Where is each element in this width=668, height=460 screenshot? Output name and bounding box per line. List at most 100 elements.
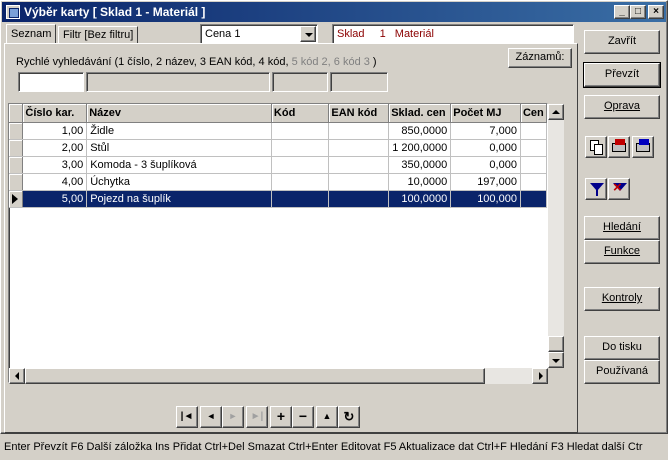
nav-first-button[interactable]: |◄ bbox=[176, 406, 198, 428]
header-card-number[interactable]: Číslo kar. bbox=[22, 104, 88, 123]
copy-icon[interactable] bbox=[585, 136, 607, 158]
close-window-button[interactable]: Zavřít bbox=[584, 30, 660, 54]
cell-ean[interactable] bbox=[328, 173, 390, 191]
cell-name[interactable]: Komoda - 3 šuplíková bbox=[86, 156, 272, 174]
price-select[interactable]: Cena 1 bbox=[200, 24, 318, 44]
controls-label: Kontroly bbox=[601, 292, 643, 304]
vertical-scrollbar[interactable] bbox=[548, 104, 564, 368]
cell-code[interactable] bbox=[271, 173, 330, 191]
scroll-right-button[interactable] bbox=[532, 368, 548, 384]
scroll-thumb[interactable] bbox=[548, 336, 564, 352]
cell-code[interactable] bbox=[271, 156, 330, 174]
minimize-button[interactable]: _ bbox=[614, 5, 630, 19]
used-button[interactable]: Používaná bbox=[584, 360, 660, 384]
cell-card-number[interactable]: 2,00 bbox=[22, 139, 88, 157]
search-number-input[interactable] bbox=[18, 72, 84, 92]
tab-filter[interactable]: Filtr [Bez filtru] bbox=[58, 26, 138, 43]
search-button[interactable]: Hledání bbox=[584, 216, 660, 240]
cell-store-price[interactable]: 1 200,0000 bbox=[388, 139, 452, 157]
horizontal-scrollbar[interactable] bbox=[9, 368, 548, 384]
header-code[interactable]: Kód bbox=[271, 104, 330, 123]
records-button[interactable]: Záznamů: bbox=[508, 48, 572, 68]
cell-quantity[interactable]: 100,000 bbox=[450, 190, 521, 208]
header-name[interactable]: Název bbox=[86, 104, 272, 123]
cell-card-number[interactable]: 5,00 bbox=[22, 190, 88, 208]
cell-price[interactable] bbox=[520, 156, 547, 174]
controls-button[interactable]: Kontroly bbox=[584, 287, 660, 311]
scroll-up-button[interactable] bbox=[548, 104, 564, 120]
row-indicator[interactable] bbox=[9, 156, 24, 174]
cell-ean[interactable] bbox=[328, 122, 390, 140]
cell-price[interactable] bbox=[520, 139, 547, 157]
cell-price[interactable] bbox=[520, 173, 547, 191]
header-ean[interactable]: EAN kód bbox=[328, 104, 390, 123]
nav-next-button[interactable]: ► bbox=[222, 406, 244, 428]
cell-quantity[interactable]: 0,000 bbox=[450, 139, 521, 157]
header-store-price[interactable]: Sklad. cen bbox=[388, 104, 452, 123]
to-print-button[interactable]: Do tisku bbox=[584, 336, 660, 360]
cell-price[interactable] bbox=[520, 122, 547, 140]
cell-ean[interactable] bbox=[328, 156, 390, 174]
cell-store-price[interactable]: 350,0000 bbox=[388, 156, 452, 174]
nav-prev-button[interactable]: ◄ bbox=[200, 406, 222, 428]
scroll-left-button[interactable] bbox=[9, 368, 25, 384]
cell-code[interactable] bbox=[271, 190, 330, 208]
search-ean-input[interactable] bbox=[330, 72, 388, 92]
table-row[interactable]: 1,00 Židle 850,0000 7,000 bbox=[9, 122, 547, 140]
edit-button[interactable]: Oprava bbox=[584, 95, 660, 119]
cell-name[interactable]: Úchytka bbox=[86, 173, 272, 191]
cell-store-price[interactable]: 10,0000 bbox=[388, 173, 452, 191]
export-icon[interactable] bbox=[632, 136, 654, 158]
filter-icon[interactable] bbox=[585, 178, 607, 200]
nav-delete-button[interactable]: − bbox=[292, 406, 314, 428]
cell-card-number[interactable]: 3,00 bbox=[22, 156, 88, 174]
search-name-input[interactable] bbox=[86, 72, 270, 92]
row-indicator[interactable] bbox=[9, 190, 24, 208]
table-row[interactable]: 3,00 Komoda - 3 šuplíková 350,0000 0,000 bbox=[9, 156, 547, 174]
cell-name[interactable]: Stůl bbox=[86, 139, 272, 157]
table-row[interactable]: 4,00 Úchytka 10,0000 197,000 bbox=[9, 173, 547, 191]
row-indicator[interactable] bbox=[9, 173, 24, 191]
tab-list[interactable]: Seznam bbox=[6, 24, 56, 43]
nav-add-button[interactable]: + bbox=[270, 406, 292, 428]
functions-button[interactable]: Funkce bbox=[584, 240, 660, 264]
import-icon[interactable] bbox=[608, 136, 630, 158]
cell-quantity[interactable]: 197,000 bbox=[450, 173, 521, 191]
nav-refresh-button[interactable]: ↻ bbox=[338, 406, 360, 428]
cell-store-price[interactable]: 850,0000 bbox=[388, 122, 452, 140]
cell-ean[interactable] bbox=[328, 139, 390, 157]
clear-filter-icon[interactable]: × bbox=[608, 178, 630, 200]
cell-name[interactable]: Židle bbox=[86, 122, 272, 140]
take-label: Převzít bbox=[604, 68, 640, 80]
hscroll-thumb[interactable] bbox=[25, 368, 485, 384]
functions-label: Funkce bbox=[603, 245, 641, 257]
cards-table[interactable]: Číslo kar. Název Kód EAN kód Sklad. cen … bbox=[8, 103, 548, 383]
chevron-down-icon[interactable] bbox=[300, 26, 316, 42]
nav-last-button[interactable]: ►| bbox=[246, 406, 268, 428]
cell-quantity[interactable]: 7,000 bbox=[450, 122, 521, 140]
header-price[interactable]: Cen bbox=[520, 104, 547, 123]
cell-code[interactable] bbox=[271, 139, 330, 157]
scroll-down-button[interactable] bbox=[548, 352, 564, 368]
title-bar[interactable]: Výběr karty [ Sklad 1 - Materiál ] _ □ × bbox=[2, 2, 666, 22]
cell-ean[interactable] bbox=[328, 190, 390, 208]
store-info: Sklad 1 Materiál bbox=[332, 24, 574, 44]
maximize-button[interactable]: □ bbox=[630, 5, 646, 19]
cell-name[interactable]: Pojezd na šuplík bbox=[86, 190, 272, 208]
row-indicator[interactable] bbox=[9, 139, 24, 157]
search-code-input[interactable] bbox=[272, 72, 328, 92]
cell-store-price[interactable]: 100,0000 bbox=[388, 190, 452, 208]
cell-quantity[interactable]: 0,000 bbox=[450, 156, 521, 174]
cell-price[interactable] bbox=[520, 190, 547, 208]
cell-card-number[interactable]: 4,00 bbox=[22, 173, 88, 191]
row-indicator[interactable] bbox=[9, 122, 24, 140]
close-button[interactable]: × bbox=[648, 5, 664, 19]
cell-code[interactable] bbox=[271, 122, 330, 140]
take-button[interactable]: Převzít bbox=[583, 62, 661, 88]
store-number: 1 bbox=[379, 28, 386, 40]
nav-up-button[interactable]: ▲ bbox=[316, 406, 338, 428]
table-row[interactable]: 5,00 Pojezd na šuplík 100,0000 100,000 bbox=[9, 190, 547, 208]
cell-card-number[interactable]: 1,00 bbox=[22, 122, 88, 140]
header-quantity[interactable]: Počet MJ bbox=[450, 104, 521, 123]
table-row[interactable]: 2,00 Stůl 1 200,0000 0,000 bbox=[9, 139, 547, 157]
